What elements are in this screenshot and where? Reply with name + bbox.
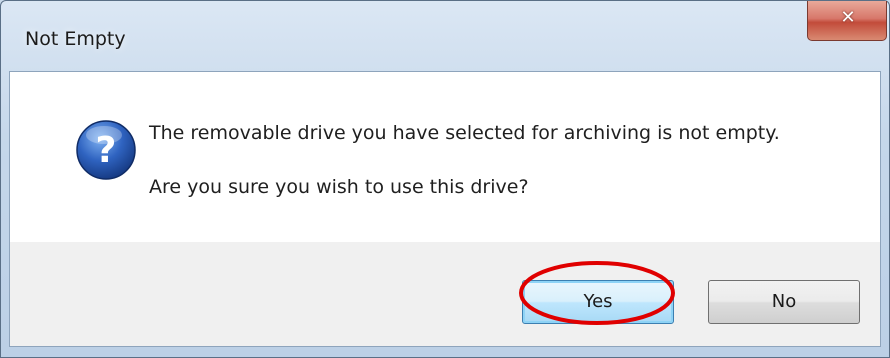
question-icon: ? <box>76 120 136 180</box>
close-icon: ✕ <box>840 7 856 28</box>
message-area: ? The removable drive you have selected … <box>10 72 880 242</box>
dialog-title: Not Empty <box>25 28 126 50</box>
dialog-window: Not Empty ✕ ? The removable drive you ha… <box>0 0 890 358</box>
title-bar[interactable]: Not Empty ✕ <box>1 1 889 73</box>
dialog-client-area: ? The removable drive you have selected … <box>9 71 881 347</box>
message-text-line-2: Are you sure you wish to use this drive? <box>149 176 529 198</box>
message-text-line-1: The removable drive you have selected fo… <box>149 122 780 144</box>
no-button[interactable]: No <box>708 280 860 324</box>
svg-text:?: ? <box>96 130 117 171</box>
close-button[interactable]: ✕ <box>807 1 887 41</box>
yes-button[interactable]: Yes <box>522 280 674 324</box>
